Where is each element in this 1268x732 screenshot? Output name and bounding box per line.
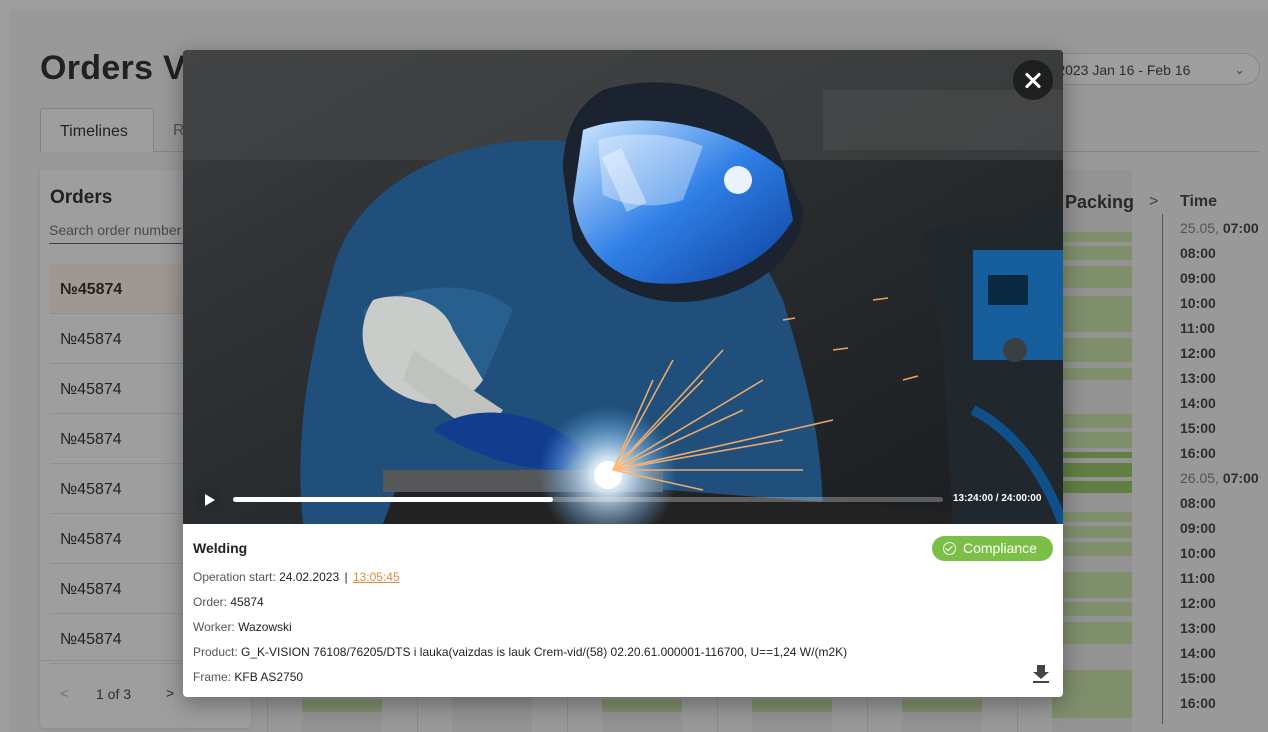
play-icon[interactable] — [195, 487, 221, 513]
operation-start-time-link[interactable]: 13:05:45 — [353, 570, 400, 584]
product-label: Product: — [193, 645, 238, 659]
worker-value: Wazowski — [238, 620, 292, 634]
worker-label: Worker: — [193, 620, 235, 634]
frame-label: Frame: — [193, 670, 232, 684]
product-value: G_K-VISION 76108/76205/DTS i lauka(vaizd… — [241, 645, 848, 659]
operation-start-label: Operation start: — [193, 570, 276, 584]
video-player[interactable]: 13:24:00 / 24:00:00 — [183, 50, 1063, 524]
operation-title: Welding — [193, 540, 248, 556]
order-row: Order: 45874 — [193, 595, 264, 609]
operation-info: Welding Compliance Operation start: 24.0… — [193, 524, 1053, 697]
video-frame-welding — [183, 50, 1063, 524]
video-progress-track[interactable] — [233, 497, 943, 502]
worker-row: Worker: Wazowski — [193, 620, 292, 634]
frame-row: Frame: KFB AS2750 — [193, 670, 303, 684]
status-badge: Compliance — [932, 536, 1053, 561]
order-value: 45874 — [230, 595, 264, 609]
operation-start-separator: | — [344, 570, 348, 584]
video-progress-fill — [233, 497, 553, 502]
operation-video-modal: 13:24:00 / 24:00:00 Welding Compliance O… — [183, 50, 1063, 697]
operation-start-row: Operation start: 24.02.2023 | 13:05:45 — [193, 570, 400, 584]
close-icon[interactable] — [1013, 60, 1053, 100]
download-icon[interactable] — [1032, 665, 1050, 685]
frame-value: KFB AS2750 — [234, 670, 304, 684]
product-row: Product: G_K-VISION 76108/76205/DTS i la… — [193, 645, 847, 659]
status-badge-label: Compliance — [963, 540, 1037, 556]
order-label: Order: — [193, 595, 228, 609]
operation-start-date: 24.02.2023 — [279, 570, 340, 584]
check-circle-icon — [943, 542, 956, 555]
video-time-display: 13:24:00 / 24:00:00 — [953, 493, 1042, 504]
